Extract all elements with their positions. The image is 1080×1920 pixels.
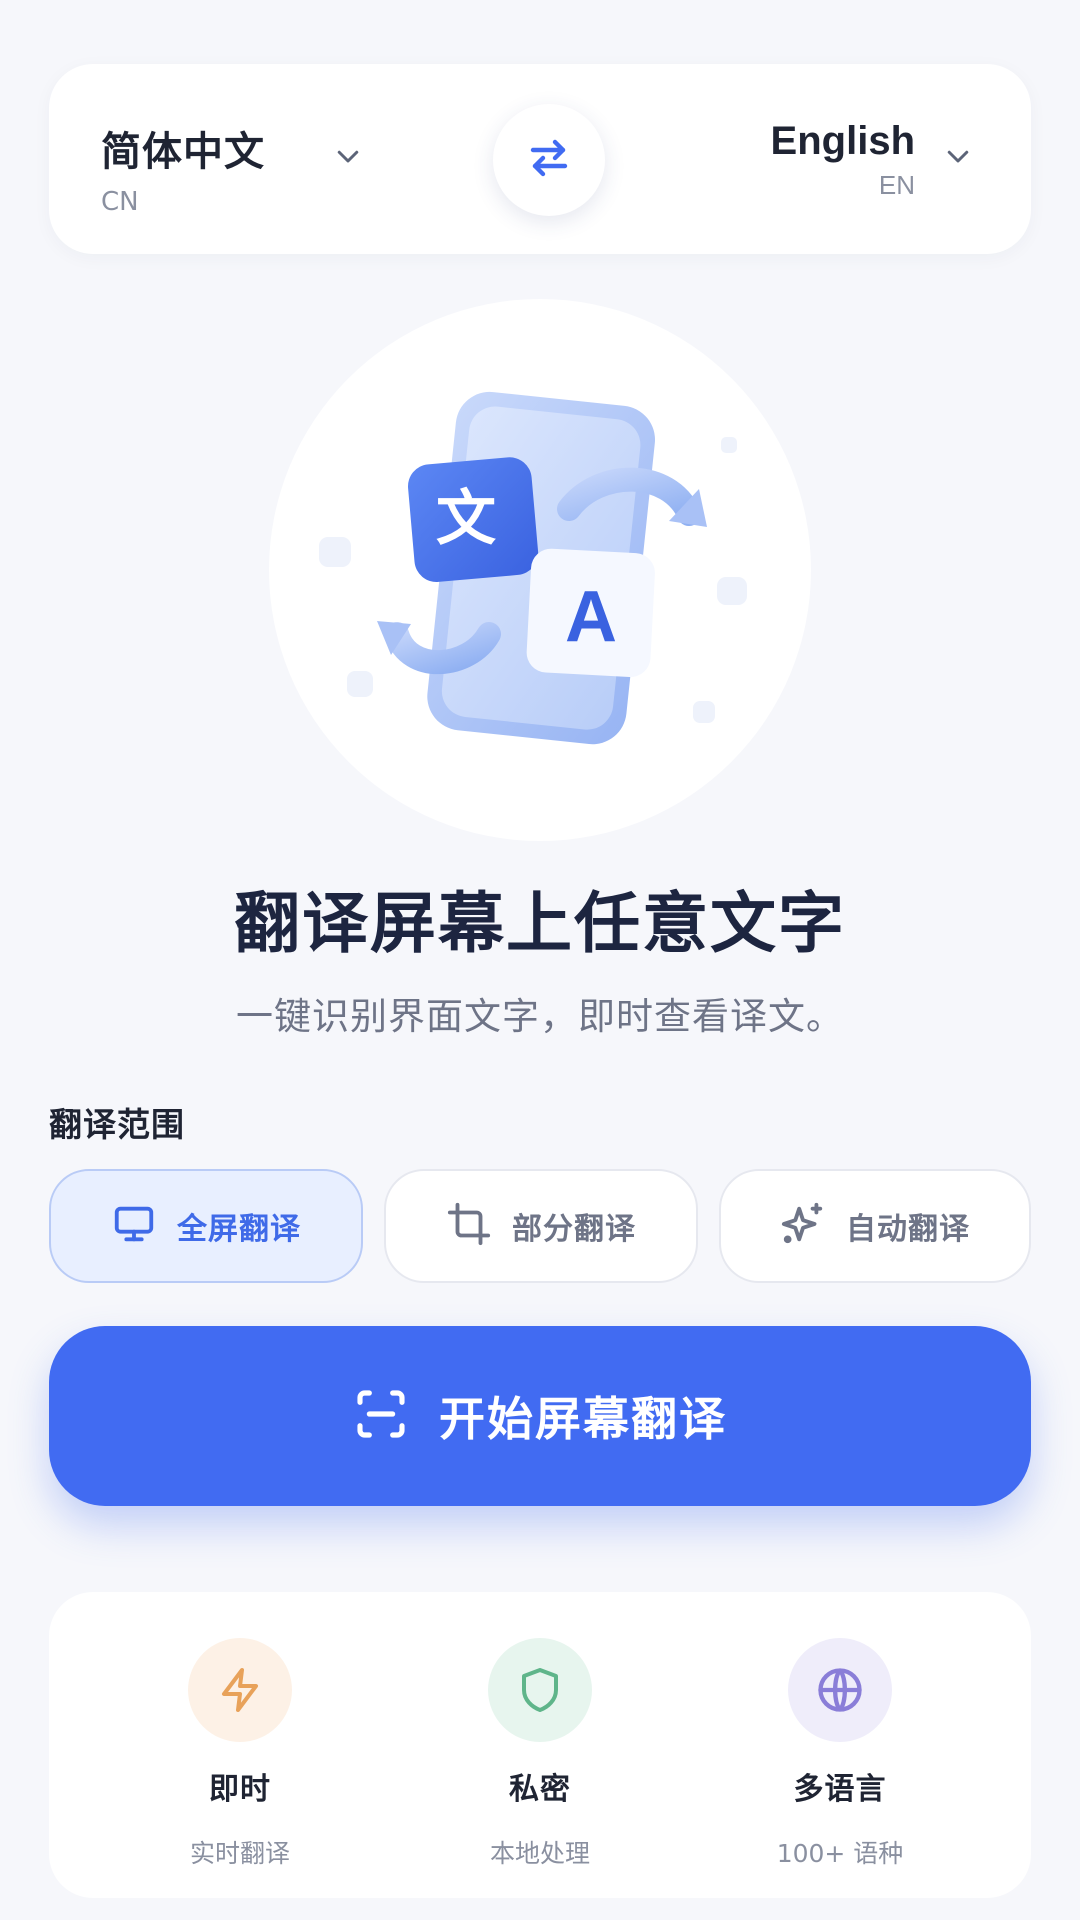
feature-instant-subtitle: 实时翻译 [189, 1839, 290, 1868]
mode-fullscreen-label: 全屏翻译 [177, 1212, 301, 1247]
source-language-selector[interactable]: 简体中文 CN [101, 119, 359, 217]
sparkles-icon [780, 1201, 826, 1251]
swap-arrows-icon [525, 134, 573, 186]
target-language-name: English [770, 119, 915, 163]
hero-illustration-circle: 文 A [269, 299, 811, 841]
globe-icon [788, 1638, 892, 1742]
feature-multilingual-title: 多语言 [793, 1772, 887, 1807]
mode-auto-label: 自动翻译 [846, 1212, 970, 1247]
feature-multilingual: 多语言 100+ 语种 [690, 1638, 990, 1870]
features-card: 即时 实时翻译 私密 本地处理 多语言 100+ 语种 [49, 1592, 1031, 1898]
mode-partial-button[interactable]: 部分翻译 [384, 1169, 698, 1283]
source-language-code: CN [101, 187, 139, 217]
swap-languages-button[interactable] [493, 104, 605, 216]
mode-auto-button[interactable]: 自动翻译 [719, 1169, 1031, 1283]
scan-icon [353, 1386, 409, 1446]
scope-section-label: 翻译范围 [49, 1105, 185, 1144]
language-selector-card: 简体中文 CN English EN [49, 64, 1031, 254]
chevron-down-icon [333, 141, 363, 175]
feature-private: 私密 本地处理 [390, 1638, 690, 1870]
crop-icon [446, 1201, 492, 1251]
feature-instant-title: 即时 [209, 1772, 271, 1807]
feature-private-subtitle: 本地处理 [489, 1839, 590, 1868]
mode-partial-label: 部分翻译 [512, 1212, 636, 1247]
monitor-icon [111, 1201, 157, 1251]
phone-translate-illustration: 文 A [319, 391, 747, 745]
source-language-name: 简体中文 [101, 129, 265, 175]
mode-fullscreen-button[interactable]: 全屏翻译 [49, 1169, 363, 1283]
hero-card-glyph-target: A [565, 577, 617, 657]
chevron-down-icon [943, 141, 973, 175]
feature-instant: 即时 实时翻译 [90, 1638, 390, 1870]
target-language-code: EN [878, 170, 915, 200]
start-screen-translation-button[interactable]: 开始屏幕翻译 [49, 1326, 1031, 1506]
feature-private-title: 私密 [509, 1772, 571, 1807]
hero-card-glyph-source: 文 [436, 484, 496, 554]
start-button-label: 开始屏幕翻译 [439, 1392, 727, 1446]
hero-title: 翻译屏幕上任意文字 [234, 885, 846, 962]
shield-icon [488, 1638, 592, 1742]
feature-multilingual-subtitle: 100+ 语种 [776, 1839, 904, 1868]
lightning-icon [188, 1638, 292, 1742]
target-language-selector[interactable]: English EN [771, 119, 973, 201]
hero-subtitle: 一键识别界面文字，即时查看译文。 [236, 995, 844, 1038]
